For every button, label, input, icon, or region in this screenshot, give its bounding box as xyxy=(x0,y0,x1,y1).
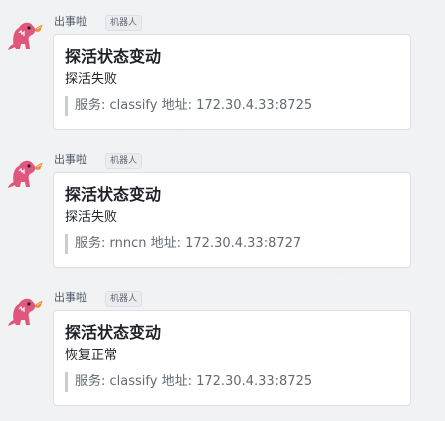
alert-card[interactable]: 探活状态变动 探活失败 服务: classify 地址: 172.30.4.33… xyxy=(53,34,411,130)
sender-name[interactable]: 出事啦 xyxy=(54,291,87,305)
card-title: 探活状态变动 xyxy=(65,185,162,204)
bot-badge: 机器人 xyxy=(105,291,143,307)
dinosaur-bot-avatar-icon[interactable] xyxy=(6,292,44,328)
card-detail: 服务: classify 地址: 172.30.4.33:8725 xyxy=(65,96,312,116)
message-item: 出事啦 机器人 探活状态变动 探活失败 服务: classify 地址: 172… xyxy=(0,2,445,132)
bot-badge: 机器人 xyxy=(105,15,143,31)
card-status: 探活失败 xyxy=(65,72,118,87)
message-item: 出事啦 机器人 探活状态变动 恢复正常 服务: classify 地址: 172… xyxy=(0,278,445,408)
sender-name[interactable]: 出事啦 xyxy=(54,153,87,167)
bot-badge: 机器人 xyxy=(105,153,143,169)
card-status: 探活失败 xyxy=(65,210,118,225)
card-title: 探活状态变动 xyxy=(65,47,162,66)
card-title: 探活状态变动 xyxy=(65,323,162,342)
sender-name[interactable]: 出事啦 xyxy=(54,15,87,29)
alert-card[interactable]: 探活状态变动 探活失败 服务: rnncn 地址: 172.30.4.33:87… xyxy=(53,172,411,268)
dinosaur-bot-avatar-icon[interactable] xyxy=(6,16,44,52)
message-item: 出事啦 机器人 探活状态变动 探活失败 服务: rnncn 地址: 172.30… xyxy=(0,140,445,270)
dinosaur-bot-avatar-icon[interactable] xyxy=(6,154,44,190)
card-detail: 服务: classify 地址: 172.30.4.33:8725 xyxy=(65,372,312,392)
card-status: 恢复正常 xyxy=(65,348,118,363)
card-detail: 服务: rnncn 地址: 172.30.4.33:8727 xyxy=(65,234,301,254)
alert-card[interactable]: 探活状态变动 恢复正常 服务: classify 地址: 172.30.4.33… xyxy=(53,310,411,406)
